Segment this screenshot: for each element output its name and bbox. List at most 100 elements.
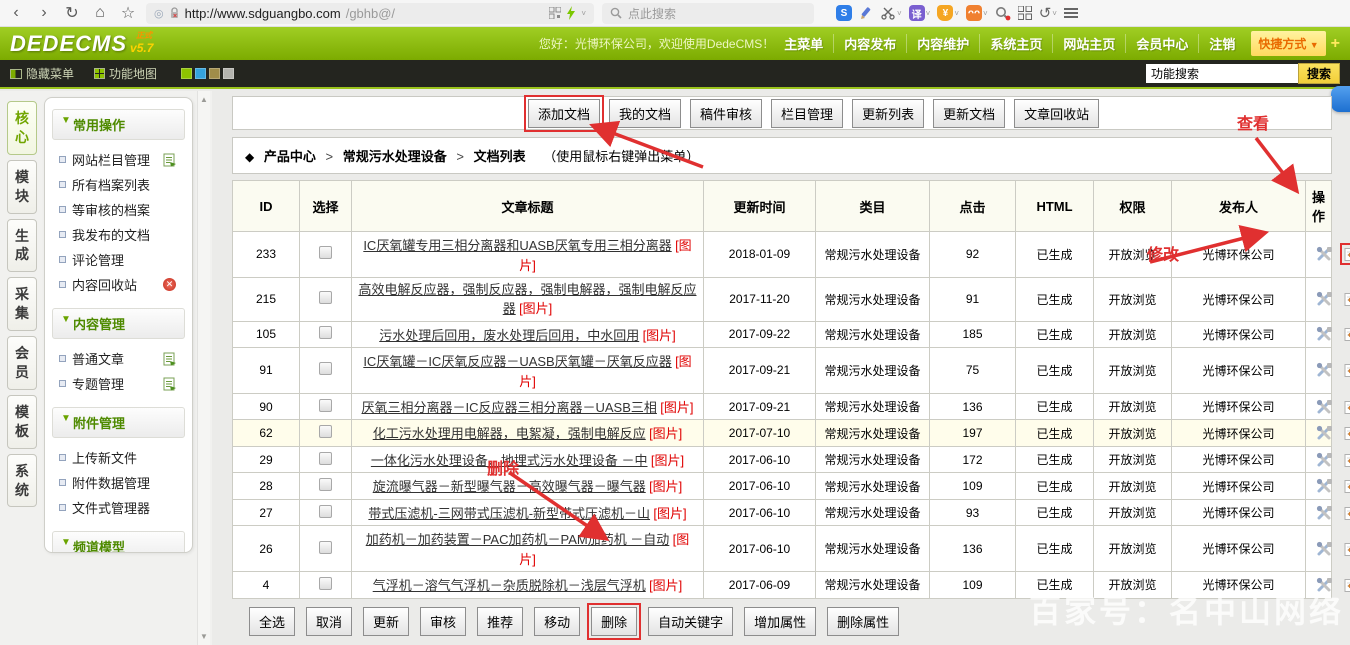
edit-icon[interactable] bbox=[1342, 361, 1350, 379]
document-shortcut-icon[interactable] bbox=[163, 153, 176, 167]
row-checkbox[interactable] bbox=[319, 326, 332, 339]
sidebar-item[interactable]: 网站栏目管理 ✕ bbox=[59, 147, 184, 172]
sidebar-tab[interactable]: 系统 bbox=[7, 454, 37, 508]
sidebar-scrollbar[interactable]: ▲ ▼ bbox=[197, 91, 210, 645]
sidebar-tab[interactable]: 生成 bbox=[7, 219, 37, 273]
doc-title-link[interactable]: IC厌氧罐专用三相分离器和UASB厌氧专用三相分离器 bbox=[363, 238, 671, 253]
batch-action-button[interactable]: 审核 bbox=[420, 607, 466, 636]
sidebar-item[interactable]: 等审核的档案 ✕ bbox=[59, 197, 184, 222]
translate-icon[interactable]: 译˅ bbox=[909, 5, 931, 21]
row-checkbox[interactable] bbox=[319, 452, 332, 465]
feature-map-button[interactable]: 功能地图 bbox=[94, 65, 157, 82]
tools-icon[interactable] bbox=[1314, 477, 1335, 495]
doc-category[interactable]: 常规污水处理设备 bbox=[816, 446, 930, 473]
sidebar-tab[interactable]: 模块 bbox=[7, 160, 37, 214]
address-dropdown-icon[interactable]: ˅ bbox=[581, 9, 586, 18]
theme-color-swatch[interactable] bbox=[209, 68, 220, 79]
sidebar-tab[interactable]: 核心 bbox=[7, 101, 37, 155]
sidebar-section-header[interactable]: ▼内容管理 bbox=[52, 308, 185, 339]
edit-icon[interactable] bbox=[1342, 540, 1350, 558]
edit-icon[interactable] bbox=[1342, 451, 1350, 469]
doc-tab-button[interactable]: 更新列表 bbox=[852, 99, 924, 128]
sidebar-section-header[interactable]: ▼附件管理 bbox=[52, 407, 185, 438]
doc-category[interactable]: 常规污水处理设备 bbox=[816, 232, 930, 278]
home-icon[interactable]: ⌂ bbox=[90, 4, 110, 22]
batch-action-button[interactable]: 移动 bbox=[534, 607, 580, 636]
row-checkbox[interactable] bbox=[319, 246, 332, 259]
batch-action-button[interactable]: 删除 bbox=[591, 607, 637, 636]
edit-icon[interactable] bbox=[1342, 576, 1350, 594]
top-menu-item[interactable]: 会员中心 bbox=[1125, 34, 1198, 53]
sidebar-item[interactable]: 附件数据管理 ✕ bbox=[59, 470, 184, 495]
batch-action-button[interactable]: 更新 bbox=[363, 607, 409, 636]
edit-icon[interactable] bbox=[1342, 504, 1350, 522]
doc-tab-button[interactable]: 稿件审核 bbox=[690, 99, 762, 128]
apps-grid-icon[interactable] bbox=[1018, 6, 1032, 20]
theme-color-swatch[interactable] bbox=[195, 68, 206, 79]
recycle-close-icon[interactable]: ✕ bbox=[163, 278, 176, 291]
tools-icon[interactable] bbox=[1314, 576, 1335, 594]
top-menu-item[interactable]: 注销 bbox=[1198, 34, 1245, 53]
tools-icon[interactable] bbox=[1314, 325, 1335, 343]
scissors-icon[interactable]: ˅ bbox=[881, 6, 902, 20]
edit-icon[interactable] bbox=[1342, 477, 1350, 495]
sidebar-item[interactable]: 上传新文件 ✕ bbox=[59, 445, 184, 470]
doc-tab-button[interactable]: 文章回收站 bbox=[1014, 99, 1099, 128]
scroll-down-icon[interactable]: ▼ bbox=[200, 632, 208, 641]
doc-title-link[interactable]: 化工污水处理用电解器，电絮凝，强制电解反应 bbox=[373, 426, 646, 441]
sidebar-item[interactable]: 专题管理 ✕ bbox=[59, 371, 184, 396]
zoom-search-icon[interactable] bbox=[995, 6, 1011, 21]
function-search-input[interactable] bbox=[1146, 64, 1298, 83]
doc-category[interactable]: 常规污水处理设备 bbox=[816, 321, 930, 348]
tools-icon[interactable] bbox=[1314, 245, 1335, 263]
doc-title-link[interactable]: 污水处理后回用，废水处理后回用，中水回用 bbox=[379, 328, 639, 343]
back-icon[interactable]: ‹ bbox=[6, 4, 26, 22]
edit-icon[interactable] bbox=[1342, 245, 1350, 263]
doc-category[interactable]: 常规污水处理设备 bbox=[816, 473, 930, 500]
doc-category[interactable]: 常规污水处理设备 bbox=[816, 526, 930, 572]
doc-tab-button[interactable]: 我的文档 bbox=[609, 99, 681, 128]
batch-action-button[interactable]: 自动关键字 bbox=[648, 607, 733, 636]
edit-icon[interactable] bbox=[1342, 290, 1350, 308]
sidebar-item[interactable]: 普通文章 ✕ bbox=[59, 346, 184, 371]
row-checkbox[interactable] bbox=[319, 399, 332, 412]
doc-category[interactable]: 常规污水处理设备 bbox=[816, 348, 930, 394]
doc-tab-button[interactable]: 更新文档 bbox=[933, 99, 1005, 128]
add-shortcut-icon[interactable]: + bbox=[1331, 35, 1340, 53]
tools-icon[interactable] bbox=[1314, 451, 1335, 469]
doc-title-link[interactable]: 带式压滤机-三网带式压滤机-新型带式压滤机－山 bbox=[368, 506, 650, 521]
doc-title-link[interactable]: 加药机－加药装置－PAC加药机－PAM加药机 －自动 bbox=[366, 532, 670, 547]
qr-code-icon[interactable] bbox=[549, 7, 561, 19]
edit-icon[interactable] bbox=[1342, 398, 1350, 416]
edit-pencil-icon[interactable] bbox=[859, 6, 874, 21]
doc-tab-button[interactable]: 栏目管理 bbox=[771, 99, 843, 128]
document-shortcut-icon[interactable] bbox=[163, 352, 176, 366]
sidebar-item[interactable]: 文件式管理器 ✕ bbox=[59, 495, 184, 520]
top-menu-item[interactable]: 网站主页 bbox=[1052, 34, 1125, 53]
top-menu-item[interactable]: 内容维护 bbox=[906, 34, 979, 53]
edit-icon[interactable] bbox=[1342, 325, 1350, 343]
edit-icon[interactable] bbox=[1342, 424, 1350, 442]
tools-icon[interactable] bbox=[1314, 540, 1335, 558]
row-checkbox[interactable] bbox=[319, 291, 332, 304]
sidebar-tab[interactable]: 会员 bbox=[7, 336, 37, 390]
breadcrumb-category[interactable]: 常规污水处理设备 bbox=[343, 149, 447, 164]
tools-icon[interactable] bbox=[1314, 361, 1335, 379]
batch-action-button[interactable]: 全选 bbox=[249, 607, 295, 636]
row-checkbox[interactable] bbox=[319, 541, 332, 554]
doc-category[interactable]: 常规污水处理设备 bbox=[816, 499, 930, 526]
tools-icon[interactable] bbox=[1314, 424, 1335, 442]
menu-icon[interactable] bbox=[1064, 6, 1078, 20]
speed-lightning-icon[interactable] bbox=[566, 6, 576, 20]
undo-icon[interactable]: ↺˅ bbox=[1039, 4, 1057, 22]
doc-title-link[interactable]: 一体化污水处理设备、地埋式污水处理设备 －中 bbox=[371, 453, 648, 468]
sidebar-item[interactable]: 评论管理 ✕ bbox=[59, 247, 184, 272]
doc-title-link[interactable]: 旋流曝气器－新型曝气器－高效曝气器－曝气器 bbox=[373, 479, 646, 494]
browser-search-box[interactable]: 点此搜索 bbox=[602, 3, 814, 24]
doc-category[interactable]: 常规污水处理设备 bbox=[816, 420, 930, 447]
row-checkbox[interactable] bbox=[319, 362, 332, 375]
sidebar-item[interactable]: 我发布的文档 ✕ bbox=[59, 222, 184, 247]
theme-color-swatch[interactable] bbox=[223, 68, 234, 79]
sidebar-tab[interactable]: 采集 bbox=[7, 277, 37, 331]
doc-category[interactable]: 常规污水处理设备 bbox=[816, 572, 930, 599]
